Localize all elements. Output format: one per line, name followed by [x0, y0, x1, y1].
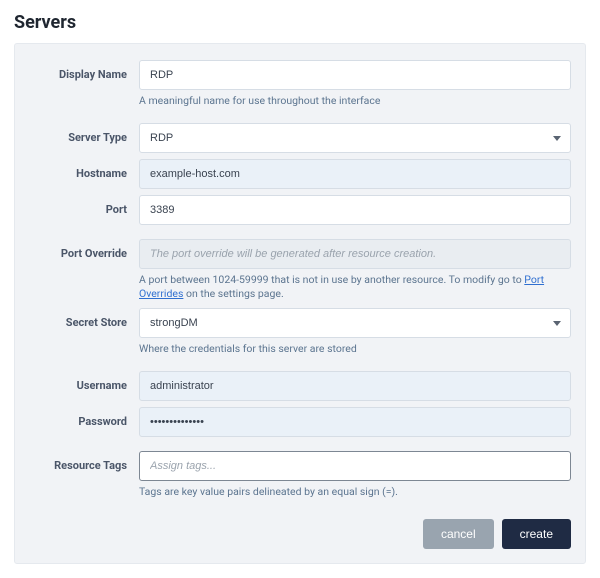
hint-display-name: A meaningful name for use throughout the…	[139, 94, 571, 109]
row-server-type: Server Type RDP	[29, 123, 571, 153]
username-input[interactable]	[139, 371, 571, 401]
row-port-override: Port Override A port between 1024-59999 …	[29, 239, 571, 302]
display-name-input[interactable]	[139, 60, 571, 90]
row-resource-tags: Resource Tags Tags are key value pairs d…	[29, 451, 571, 500]
row-display-name: Display Name A meaningful name for use t…	[29, 60, 571, 109]
page-title: Servers	[14, 12, 586, 33]
label-port-override: Port Override	[29, 239, 139, 260]
create-button[interactable]: create	[502, 519, 571, 549]
secret-store-select[interactable]: strongDM	[139, 308, 571, 338]
port-input[interactable]	[139, 195, 571, 225]
hint-port-override-prefix: A port between 1024-59999 that is not in…	[139, 273, 524, 286]
label-secret-store: Secret Store	[29, 308, 139, 329]
row-username: Username	[29, 371, 571, 401]
password-input[interactable]	[139, 407, 571, 437]
resource-tags-input[interactable]	[139, 451, 571, 481]
server-type-select[interactable]: RDP	[139, 123, 571, 153]
row-hostname: Hostname	[29, 159, 571, 189]
label-username: Username	[29, 371, 139, 392]
actions-bar: cancel create	[29, 519, 571, 549]
hint-port-override-suffix: on the settings page.	[183, 287, 283, 300]
cancel-button[interactable]: cancel	[423, 519, 494, 549]
row-port: Port	[29, 195, 571, 225]
hostname-input[interactable]	[139, 159, 571, 189]
hint-secret-store: Where the credentials for this server ar…	[139, 342, 571, 357]
label-hostname: Hostname	[29, 159, 139, 180]
label-server-type: Server Type	[29, 123, 139, 144]
row-password: Password	[29, 407, 571, 437]
label-resource-tags: Resource Tags	[29, 451, 139, 472]
form-panel: Display Name A meaningful name for use t…	[14, 43, 586, 564]
hint-resource-tags: Tags are key value pairs delineated by a…	[139, 485, 571, 500]
label-display-name: Display Name	[29, 60, 139, 81]
hint-port-override: A port between 1024-59999 that is not in…	[139, 273, 571, 302]
row-secret-store: Secret Store strongDM Where the credenti…	[29, 308, 571, 357]
port-override-input	[139, 239, 571, 269]
label-password: Password	[29, 407, 139, 428]
label-port: Port	[29, 195, 139, 216]
